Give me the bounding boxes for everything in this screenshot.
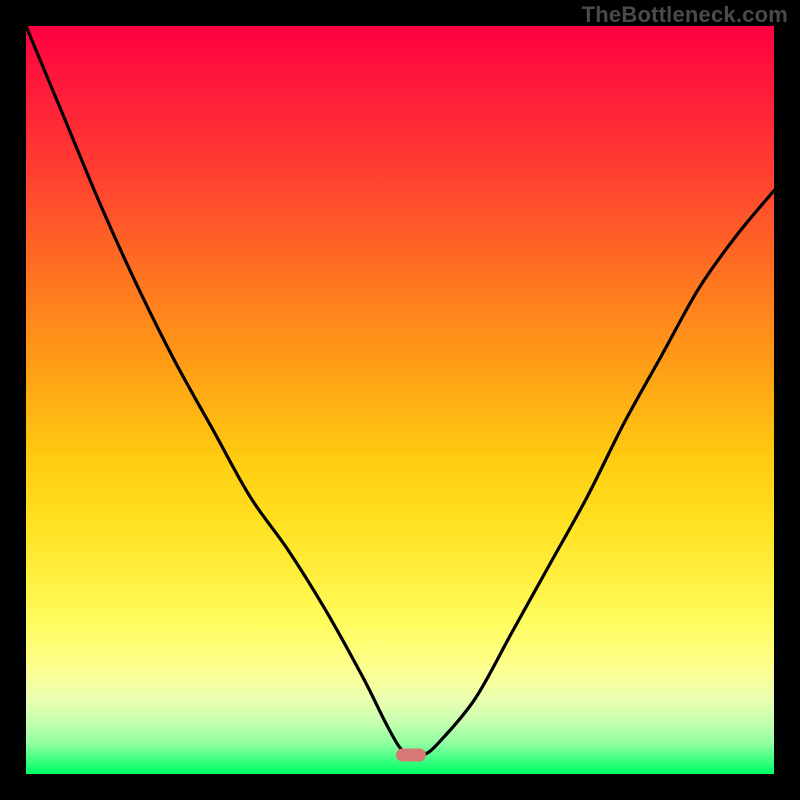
optimum-marker xyxy=(396,749,426,762)
plot-area xyxy=(26,26,774,774)
bottleneck-curve xyxy=(26,26,774,774)
watermark-text: TheBottleneck.com xyxy=(582,2,788,28)
chart-canvas: TheBottleneck.com xyxy=(0,0,800,800)
